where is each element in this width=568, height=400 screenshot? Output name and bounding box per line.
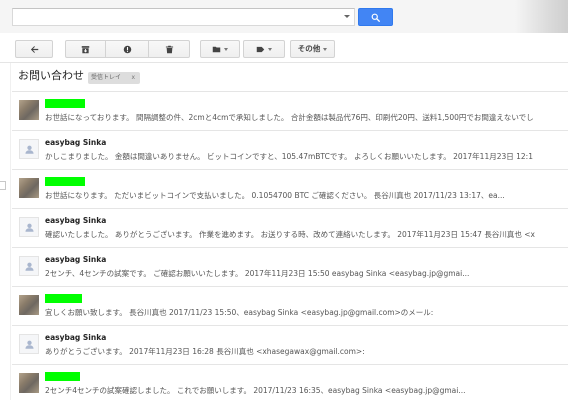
gmail-conversation-window: その他 お問い合わせ 受信トレイ x お世話になっております。 間隔調整の件、2… (0, 0, 568, 400)
message-row[interactable]: easybag Sinka 確認いたしました。 ありがとうございます。 作業を進め… (12, 208, 568, 247)
thread-subject: お問い合わせ (18, 69, 84, 82)
sender-name: easybag Sinka (45, 255, 107, 264)
message-snippet: ありがとうございます。 2017年11月23日 16:28 長谷川真也 <xha… (45, 347, 365, 356)
search-box[interactable] (12, 8, 355, 26)
toolbar-divider (0, 62, 568, 63)
message-snippet: 宜しくお願い致します。 長谷川真也 2017/11/23 15:50、easyb… (45, 308, 434, 317)
person-icon (24, 145, 34, 154)
person-icon (24, 223, 34, 232)
default-avatar-icon (19, 139, 39, 159)
labels-button[interactable] (243, 40, 285, 58)
more-button[interactable]: その他 (290, 40, 335, 58)
label-chip-name: 受信トレイ (91, 74, 122, 81)
search-icon (371, 13, 380, 22)
message-snippet: 確認いたしました。 ありがとうございます。 作業を進めます。 お送りする時、改め… (45, 230, 535, 239)
person-icon (24, 262, 34, 271)
chevron-down-icon (268, 47, 272, 51)
top-bar (0, 0, 568, 33)
header-account-area (515, 0, 568, 33)
message-row[interactable]: 2センチ4センチの試案確認しました。 これでお願いします。 2017/11/23… (12, 364, 568, 399)
more-button-label: その他 (297, 44, 321, 53)
sender-name-redaction (45, 372, 80, 381)
message-snippet: 2センチ、4センチの試案です。 ご確認お願いいたします。 2017年11月23日… (45, 269, 470, 278)
remove-label-button[interactable]: x (131, 72, 137, 84)
archive-icon (81, 45, 90, 53)
default-avatar-icon (19, 334, 39, 354)
chevron-down-icon (323, 47, 328, 51)
message-snippet: 2センチ4センチの試案確認しました。 これでお願いします。 2017/11/23… (45, 386, 466, 395)
label-chip-inbox[interactable]: 受信トレイ x (88, 72, 140, 84)
search-button[interactable] (358, 8, 393, 26)
message-row[interactable]: easybag Sinka 2センチ、4センチの試案です。 ご確認お願いいたします… (12, 247, 568, 286)
message-row[interactable]: 宜しくお願い致します。 長谷川真也 2017/11/23 15:50、easyb… (12, 286, 568, 325)
trash-icon (165, 45, 173, 53)
message-snippet: かしこまりました。 金額は間違いありません。 ビットコインですと、105.47m… (45, 152, 533, 161)
report-spam-button[interactable] (105, 40, 149, 58)
sender-photo-avatar (19, 373, 39, 393)
back-button[interactable] (15, 40, 53, 58)
message-list: お世話になっております。 間隔調整の件、2cmと4cmで承知しました。 合計金額… (12, 91, 568, 400)
folder-icon (212, 46, 221, 52)
nav-item-edge[interactable] (0, 181, 6, 190)
sender-name-redaction (45, 177, 85, 186)
message-snippet: お世話になっております。 間隔調整の件、2cmと4cmで承知しました。 合計金額… (45, 113, 534, 122)
back-arrow-icon (30, 45, 38, 53)
message-row[interactable]: easybag Sinka かしこまりました。 金額は間違いありません。 ビットコ… (12, 130, 568, 169)
sender-name: easybag Sinka (45, 333, 107, 342)
message-row[interactable]: お世話になっております。 間隔調整の件、2cmと4cmで承知しました。 合計金額… (12, 91, 568, 130)
sender-name-redaction (45, 99, 85, 108)
sender-photo-avatar (19, 100, 39, 120)
left-nav-edge (0, 63, 11, 400)
sender-photo-avatar (19, 178, 39, 198)
person-icon (24, 340, 34, 349)
chevron-down-icon (224, 47, 228, 51)
label-icon (256, 46, 265, 52)
move-to-button[interactable] (200, 40, 240, 58)
message-snippet: お世話になります。 ただいまビットコインで支払いました。 0.1054700 B… (45, 191, 505, 200)
sender-name-redaction (45, 294, 82, 303)
search-input[interactable] (13, 9, 339, 25)
sender-name: easybag Sinka (45, 138, 107, 147)
message-row[interactable]: easybag Sinka ありがとうございます。 2017年11月23日 16:… (12, 325, 568, 364)
message-row[interactable]: お世話になります。 ただいまビットコインで支払いました。 0.1054700 B… (12, 169, 568, 208)
archive-button[interactable] (65, 40, 106, 58)
chevron-down-icon[interactable] (344, 15, 350, 18)
sender-name: easybag Sinka (45, 216, 107, 225)
report-spam-icon (123, 45, 131, 53)
delete-button[interactable] (148, 40, 190, 58)
default-avatar-icon (19, 217, 39, 237)
sender-photo-avatar (19, 295, 39, 315)
default-avatar-icon (19, 256, 39, 276)
